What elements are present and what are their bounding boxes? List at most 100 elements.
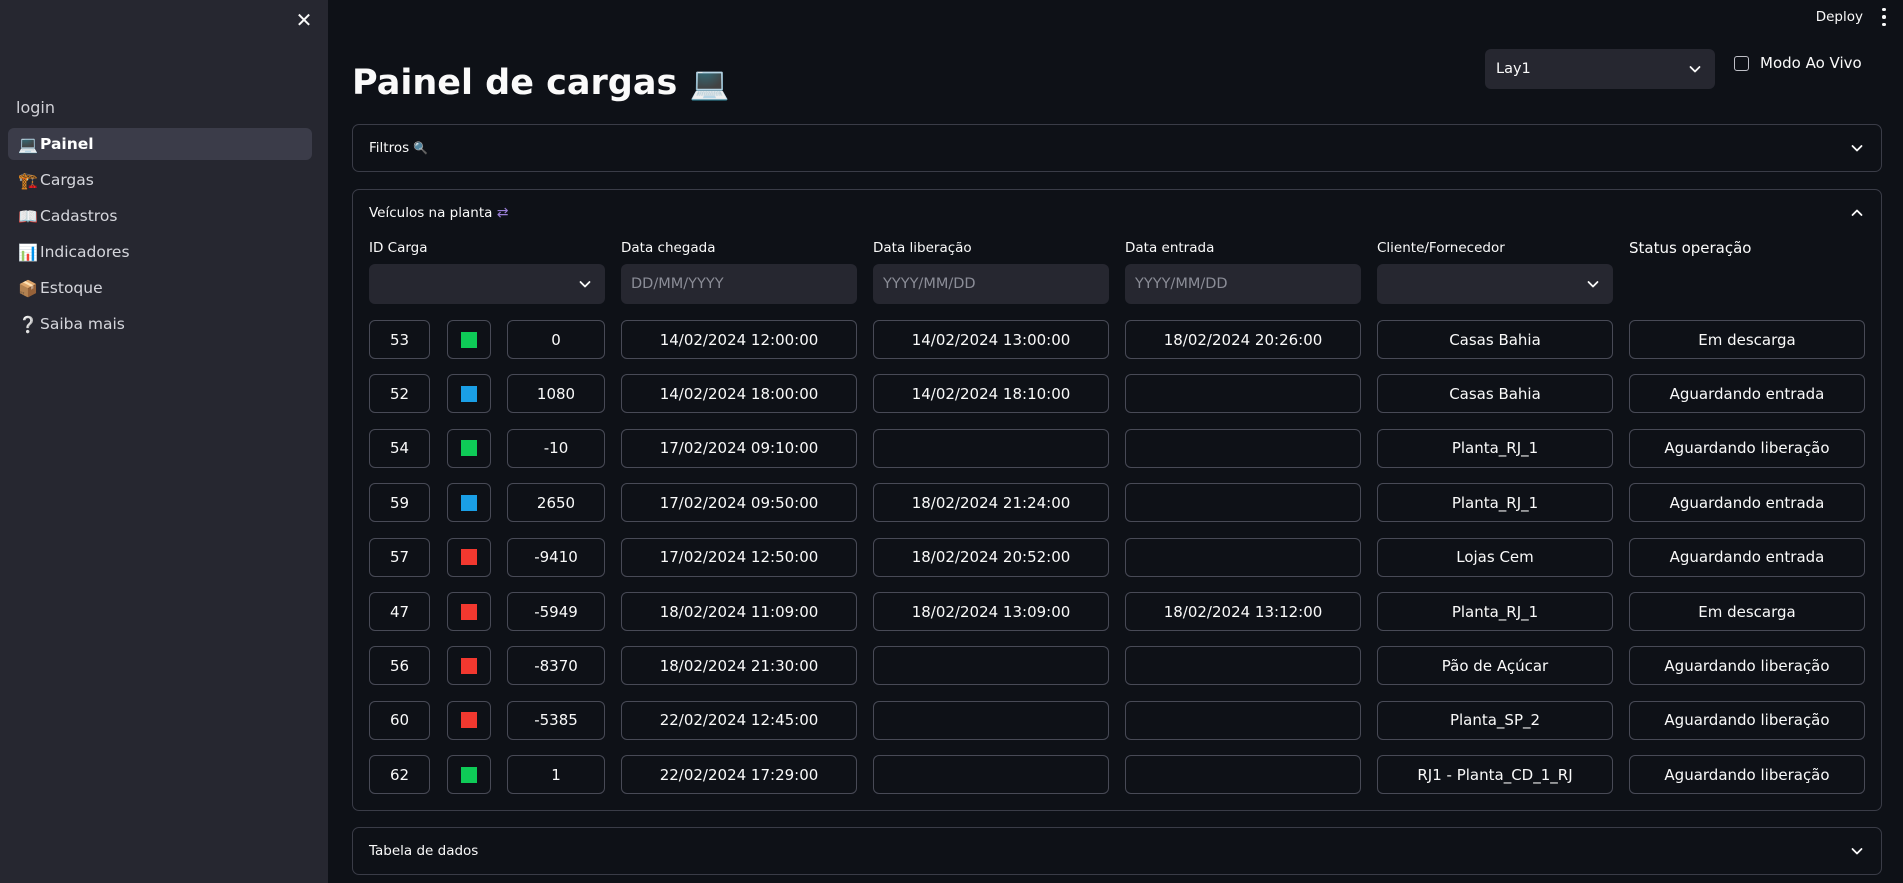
sidebar-item-painel[interactable]: 💻 Painel <box>8 128 312 160</box>
client-cell[interactable]: Planta_RJ_1 <box>1377 428 1613 468</box>
time-delta-cell[interactable]: -8370 <box>507 646 605 686</box>
id-cell[interactable]: 54 <box>369 428 430 468</box>
arrival-date-cell[interactable]: 22/02/2024 17:29:00 <box>621 755 857 795</box>
sidebar-item-cadastros[interactable]: 📖 Cadastros <box>8 200 312 232</box>
status-cell[interactable]: Aguardando entrada <box>1629 483 1865 523</box>
client-cell[interactable]: Planta_RJ_1 <box>1377 592 1613 631</box>
status-cell[interactable]: Em descarga <box>1629 592 1865 631</box>
arrival-date-cell[interactable]: 14/02/2024 18:00:00 <box>621 374 857 414</box>
deploy-button[interactable]: Deploy <box>1816 9 1863 25</box>
entry-date-cell[interactable]: 18/02/2024 13:12:00 <box>1125 592 1361 631</box>
status-color-cell[interactable] <box>447 755 491 795</box>
time-delta-cell[interactable]: 1 <box>507 755 605 795</box>
status-color-indicator <box>461 657 477 674</box>
client-cell[interactable]: Lojas Cem <box>1377 537 1613 577</box>
filters-expander-header[interactable]: Filtros 🔍 <box>369 140 428 156</box>
id-cell[interactable]: 56 <box>369 646 430 686</box>
entry-date-cell[interactable] <box>1125 700 1361 740</box>
time-delta-cell[interactable]: -5949 <box>507 592 605 631</box>
status-color-cell[interactable] <box>447 320 491 359</box>
arrival-date-cell[interactable]: 14/02/2024 12:00:00 <box>621 320 857 359</box>
sidebar-item-cargas[interactable]: 🏗️ Cargas <box>8 164 312 196</box>
main-menu-icon[interactable] <box>1879 6 1889 28</box>
client-cell[interactable]: RJ1 - Planta_CD_1_RJ <box>1377 755 1613 795</box>
status-color-cell[interactable] <box>447 537 491 577</box>
chevron-down-icon[interactable] <box>1849 843 1865 859</box>
id-filter-select[interactable] <box>369 264 605 304</box>
entry-date-cell[interactable] <box>1125 537 1361 577</box>
status-cell[interactable]: Aguardando liberação <box>1629 755 1865 795</box>
entry-date-cell[interactable]: 18/02/2024 20:26:00 <box>1125 320 1361 359</box>
id-cell[interactable]: 62 <box>369 755 430 795</box>
time-delta-cell[interactable]: 1080 <box>507 374 605 414</box>
id-cell[interactable]: 52 <box>369 374 430 414</box>
status-color-cell[interactable] <box>447 428 491 468</box>
chevron-up-icon[interactable] <box>1849 205 1865 221</box>
status-cell[interactable]: Aguardando liberação <box>1629 428 1865 468</box>
client-filter-select[interactable] <box>1377 264 1613 304</box>
client-cell[interactable]: Planta_RJ_1 <box>1377 483 1613 523</box>
id-cell[interactable]: 47 <box>369 592 430 631</box>
id-cell[interactable]: 59 <box>369 483 430 523</box>
arrival-date-cell[interactable]: 17/02/2024 09:10:00 <box>621 428 857 468</box>
release-date-cell[interactable] <box>873 646 1109 686</box>
release-date-cell[interactable] <box>873 755 1109 795</box>
status-cell[interactable]: Aguardando entrada <box>1629 374 1865 414</box>
sidebar: ✕ login 💻 Painel 🏗️ Cargas 📖 Cadastros 📊 Indica… <box>0 0 328 883</box>
status-color-cell[interactable] <box>447 374 491 414</box>
sidebar-item-estoque[interactable]: 📦 Estoque <box>8 272 312 304</box>
arrival-date-cell[interactable]: 22/02/2024 12:45:00 <box>621 700 857 740</box>
live-mode-toggle[interactable]: Modo Ao Vivo <box>1734 54 1862 72</box>
data-table-expander[interactable]: Tabela de dados <box>352 827 1882 875</box>
time-delta-cell[interactable]: 0 <box>507 320 605 359</box>
vehicles-expander-header[interactable]: Veículos na planta ⇄ <box>369 205 508 221</box>
release-date-cell[interactable]: 14/02/2024 13:00:00 <box>873 320 1109 359</box>
close-sidebar-icon[interactable]: ✕ <box>291 7 317 33</box>
arrival-date-cell[interactable]: 17/02/2024 12:50:00 <box>621 537 857 577</box>
arrival-date-input[interactable]: DD/MM/YYYY <box>621 264 857 304</box>
sidebar-item-saiba-mais[interactable]: ❔ Saiba mais <box>8 308 312 340</box>
entry-date-cell[interactable] <box>1125 755 1361 795</box>
release-date-cell[interactable]: 18/02/2024 20:52:00 <box>873 537 1109 577</box>
live-mode-checkbox[interactable] <box>1734 55 1749 71</box>
client-cell[interactable]: Casas Bahia <box>1377 320 1613 359</box>
status-color-cell[interactable] <box>447 483 491 523</box>
id-cell[interactable]: 53 <box>369 320 430 359</box>
id-cell[interactable]: 60 <box>369 700 430 740</box>
status-cell[interactable]: Em descarga <box>1629 320 1865 359</box>
status-cell[interactable]: Aguardando entrada <box>1629 537 1865 577</box>
release-date-cell[interactable] <box>873 428 1109 468</box>
release-date-cell[interactable]: 18/02/2024 13:09:00 <box>873 592 1109 631</box>
status-color-cell[interactable] <box>447 592 491 631</box>
entry-date-cell[interactable] <box>1125 428 1361 468</box>
arrival-date-cell[interactable]: 18/02/2024 21:30:00 <box>621 646 857 686</box>
open-book-icon: 📖 <box>18 206 38 226</box>
status-color-cell[interactable] <box>447 700 491 740</box>
arrival-date-cell[interactable]: 17/02/2024 09:50:00 <box>621 483 857 523</box>
release-date-cell[interactable]: 18/02/2024 21:24:00 <box>873 483 1109 523</box>
layout-select[interactable]: Lay1 <box>1485 49 1715 89</box>
release-date-input[interactable]: YYYY/MM/DD <box>873 264 1109 304</box>
client-cell[interactable]: Casas Bahia <box>1377 374 1613 414</box>
id-cell[interactable]: 57 <box>369 537 430 577</box>
filters-expander[interactable]: Filtros 🔍 <box>352 124 1882 172</box>
data-table-expander-label[interactable]: Tabela de dados <box>369 843 478 859</box>
client-cell[interactable]: Pão de Açúcar <box>1377 646 1613 686</box>
time-delta-cell[interactable]: -9410 <box>507 537 605 577</box>
entry-date-cell[interactable] <box>1125 374 1361 414</box>
sidebar-item-indicadores[interactable]: 📊 Indicadores <box>8 236 312 268</box>
time-delta-cell[interactable]: -5385 <box>507 700 605 740</box>
arrival-date-cell[interactable]: 18/02/2024 11:09:00 <box>621 592 857 631</box>
entry-date-cell[interactable] <box>1125 646 1361 686</box>
entry-date-cell[interactable] <box>1125 483 1361 523</box>
release-date-cell[interactable]: 14/02/2024 18:10:00 <box>873 374 1109 414</box>
chevron-down-icon[interactable] <box>1849 140 1865 156</box>
status-cell[interactable]: Aguardando liberação <box>1629 700 1865 740</box>
status-cell[interactable]: Aguardando liberação <box>1629 646 1865 686</box>
time-delta-cell[interactable]: -10 <box>507 428 605 468</box>
release-date-cell[interactable] <box>873 700 1109 740</box>
client-cell[interactable]: Planta_SP_2 <box>1377 700 1613 740</box>
entry-date-input[interactable]: YYYY/MM/DD <box>1125 264 1361 304</box>
time-delta-cell[interactable]: 2650 <box>507 483 605 523</box>
status-color-cell[interactable] <box>447 646 491 686</box>
